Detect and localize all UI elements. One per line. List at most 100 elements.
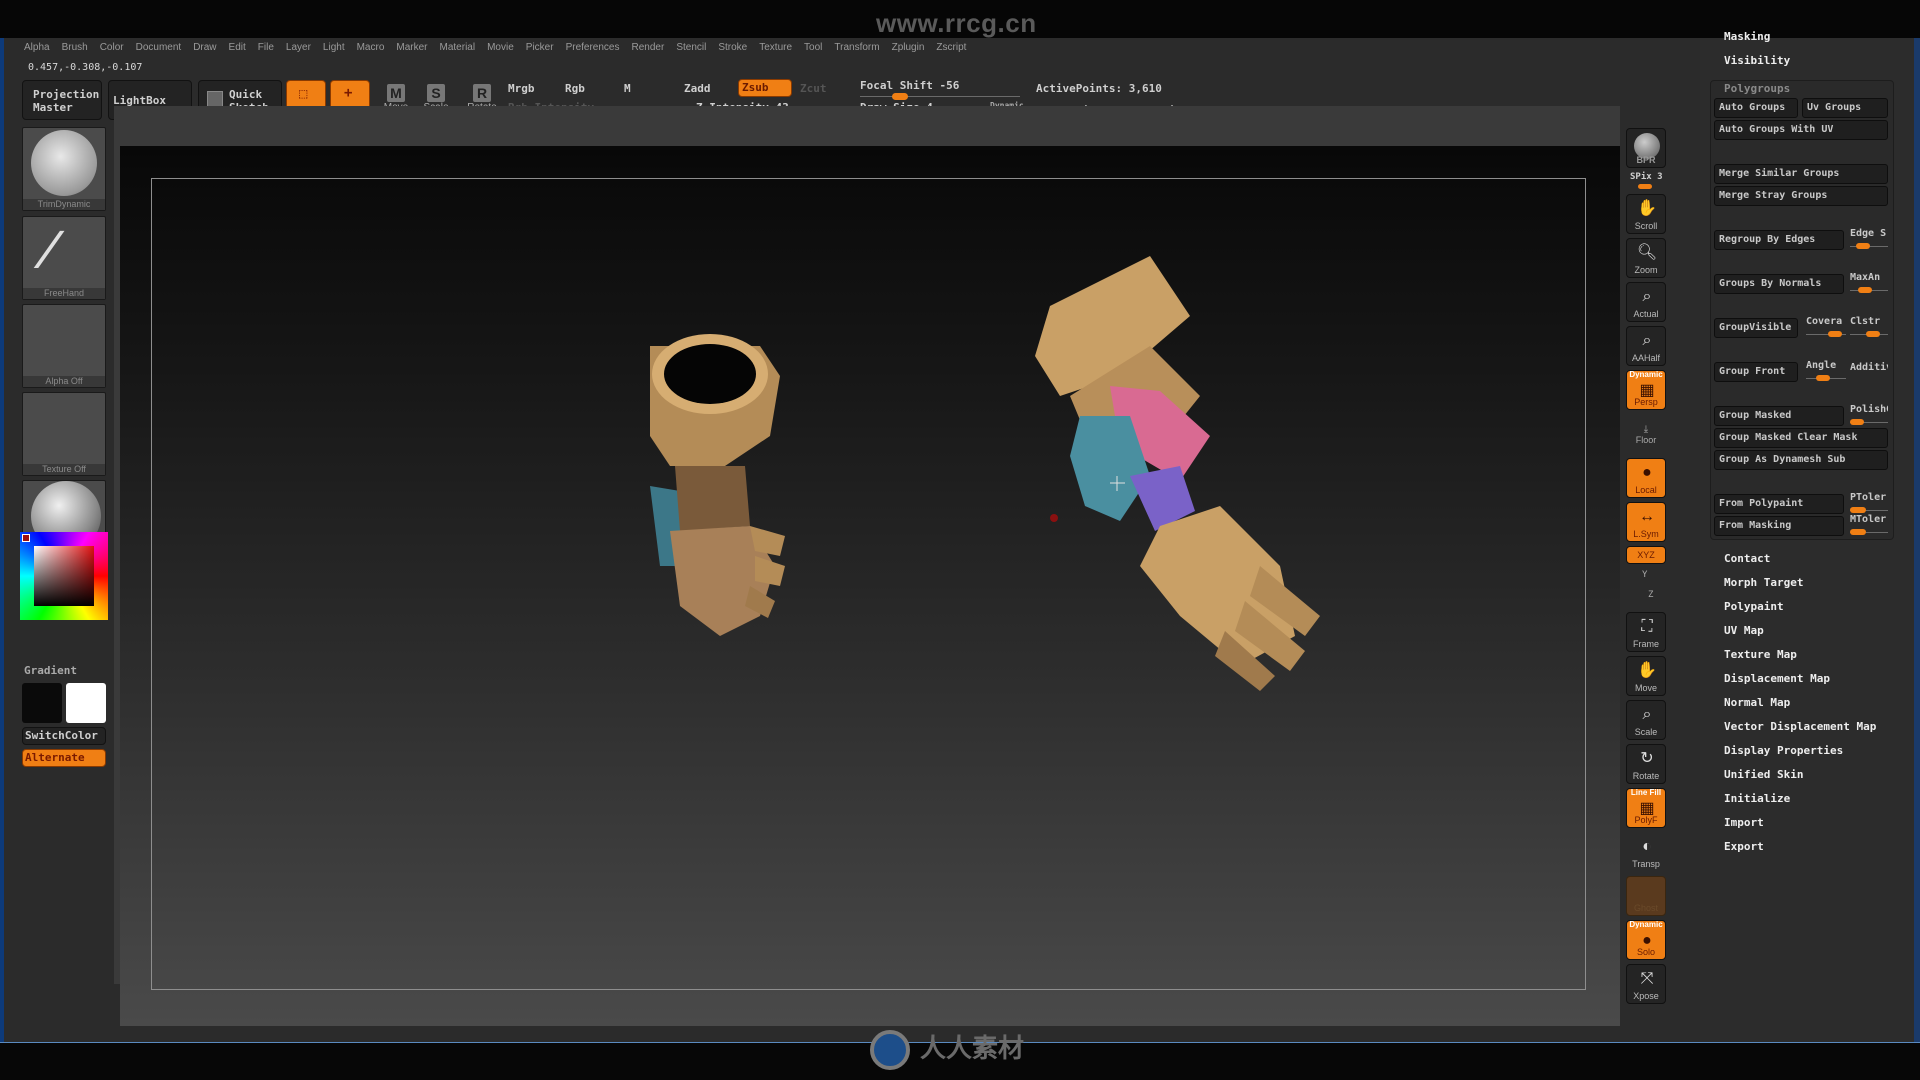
menu-transform[interactable]: Transform bbox=[834, 42, 879, 58]
group-masked-clear-mask-button[interactable]: Group Masked Clear Mask bbox=[1714, 428, 1888, 448]
menu-layer[interactable]: Layer bbox=[286, 42, 311, 58]
menu-zplugin[interactable]: Zplugin bbox=[892, 42, 925, 58]
auto-groups-with-uv-button[interactable]: Auto Groups With UV bbox=[1714, 120, 1888, 140]
max-angle-knob[interactable] bbox=[1858, 287, 1872, 293]
frame-button[interactable]: ⛶ Frame bbox=[1626, 612, 1666, 652]
subpalette-morph-target[interactable]: Morph Target bbox=[1724, 576, 1803, 589]
rotate-view-button[interactable]: ↻ Rotate bbox=[1626, 744, 1666, 784]
menu-document[interactable]: Document bbox=[136, 42, 182, 58]
subpalette-polypaint[interactable]: Polypaint bbox=[1724, 600, 1784, 613]
additive-toggle[interactable]: Additiv bbox=[1850, 362, 1888, 373]
regroup-by-edges-button[interactable]: Regroup By Edges bbox=[1714, 230, 1844, 250]
menu-macro[interactable]: Macro bbox=[357, 42, 385, 58]
angle-knob[interactable] bbox=[1816, 375, 1830, 381]
subpalette-export[interactable]: Export bbox=[1724, 840, 1764, 853]
mrgb-button[interactable]: Mrgb bbox=[508, 82, 535, 95]
coverage-knob[interactable] bbox=[1828, 331, 1842, 337]
scale-view-button[interactable]: ⌕ Scale bbox=[1626, 700, 1666, 740]
secondary-color-swatch[interactable] bbox=[22, 683, 62, 723]
main-color-box[interactable] bbox=[66, 683, 106, 723]
subpalette-unified-skin[interactable]: Unified Skin bbox=[1724, 768, 1803, 781]
color-picker[interactable] bbox=[20, 532, 108, 620]
menu-picker[interactable]: Picker bbox=[526, 42, 554, 58]
rotate-z-button[interactable]: Z bbox=[1648, 590, 1653, 600]
menu-brush[interactable]: Brush bbox=[62, 42, 88, 58]
subpalette-vector-displacement-map[interactable]: Vector Displacement Map bbox=[1724, 720, 1876, 733]
group-front-button[interactable]: Group Front bbox=[1714, 362, 1798, 382]
menu-movie[interactable]: Movie bbox=[487, 42, 514, 58]
menu-marker[interactable]: Marker bbox=[396, 42, 427, 58]
menu-alpha[interactable]: Alpha bbox=[24, 42, 50, 58]
menu-preferences[interactable]: Preferences bbox=[566, 42, 620, 58]
local-transform-button[interactable]: ● Local bbox=[1626, 458, 1666, 498]
stroke-thumbnail[interactable]: Ⳇ FreeHand bbox=[22, 216, 106, 300]
zadd-button[interactable]: Zadd bbox=[684, 82, 711, 95]
floor-button[interactable]: ⤓ Floor bbox=[1626, 424, 1666, 448]
focal-shift-knob[interactable] bbox=[892, 93, 908, 100]
focal-shift-slider[interactable] bbox=[860, 96, 1020, 97]
xpose-button[interactable]: ⤧ Xpose bbox=[1626, 964, 1666, 1004]
group-masked-button[interactable]: Group Masked bbox=[1714, 406, 1844, 426]
alternate-button[interactable]: Alternate bbox=[22, 749, 106, 767]
scroll-button[interactable]: ✋ Scroll bbox=[1626, 194, 1666, 234]
switch-color-button[interactable]: SwitchColor bbox=[22, 727, 106, 745]
group-visible-button[interactable]: GroupVisible bbox=[1714, 318, 1798, 338]
menu-file[interactable]: File bbox=[258, 42, 274, 58]
menu-edit[interactable]: Edit bbox=[229, 42, 246, 58]
menu-stencil[interactable]: Stencil bbox=[676, 42, 706, 58]
menu-tool[interactable]: Tool bbox=[804, 42, 822, 58]
polyframe-button[interactable]: Line Fill ▦ PolyF bbox=[1626, 788, 1666, 828]
cluster-knob[interactable] bbox=[1866, 331, 1880, 337]
texture-thumbnail[interactable]: Texture Off bbox=[22, 392, 106, 476]
uv-groups-button[interactable]: Uv Groups bbox=[1802, 98, 1888, 118]
projection-master-button[interactable]: Projection Master bbox=[22, 80, 102, 120]
masking-subpalette[interactable]: Masking bbox=[1724, 30, 1770, 43]
palette-scrollbar[interactable] bbox=[1914, 38, 1920, 1042]
edge-sensitivity-knob[interactable] bbox=[1856, 243, 1870, 249]
polygroups-title[interactable]: Polygroups bbox=[1724, 82, 1790, 95]
menu-stroke[interactable]: Stroke bbox=[718, 42, 747, 58]
ghost-button[interactable]: Ghost bbox=[1626, 876, 1666, 916]
gradient-label[interactable]: Gradient bbox=[24, 664, 77, 677]
zsub-button[interactable]: Zsub bbox=[738, 79, 792, 97]
menu-render[interactable]: Render bbox=[632, 42, 665, 58]
menu-color[interactable]: Color bbox=[100, 42, 124, 58]
rgb-button[interactable]: Rgb bbox=[565, 82, 585, 95]
subpalette-uv-map[interactable]: UV Map bbox=[1724, 624, 1764, 637]
rotate-xyz-button[interactable]: XYZ bbox=[1626, 546, 1666, 564]
subpalette-displacement-map[interactable]: Displacement Map bbox=[1724, 672, 1830, 685]
solo-button[interactable]: Dynamic ● Solo bbox=[1626, 920, 1666, 960]
subpalette-contact[interactable]: Contact bbox=[1724, 552, 1770, 565]
m-button[interactable]: M bbox=[624, 82, 631, 95]
menu-texture[interactable]: Texture bbox=[759, 42, 792, 58]
mask-tolerance-knob[interactable] bbox=[1850, 529, 1866, 535]
subpalette-texture-map[interactable]: Texture Map bbox=[1724, 648, 1797, 661]
visibility-subpalette[interactable]: Visibility bbox=[1724, 54, 1790, 67]
subpalette-display-properties[interactable]: Display Properties bbox=[1724, 744, 1843, 757]
zcut-button[interactable]: Zcut bbox=[800, 82, 827, 95]
alpha-thumbnail[interactable]: Alpha Off bbox=[22, 304, 106, 388]
polypaint-tolerance-knob[interactable] bbox=[1850, 507, 1866, 513]
groups-by-normals-button[interactable]: Groups By Normals bbox=[1714, 274, 1844, 294]
from-polypaint-button[interactable]: From Polypaint bbox=[1714, 494, 1844, 514]
merge-similar-groups-button[interactable]: Merge Similar Groups bbox=[1714, 164, 1888, 184]
move-view-button[interactable]: ✋ Move bbox=[1626, 656, 1666, 696]
brush-thumbnail[interactable]: TrimDynamic bbox=[22, 127, 106, 211]
menu-material[interactable]: Material bbox=[440, 42, 476, 58]
spix-slider[interactable] bbox=[1638, 184, 1652, 189]
subpalette-normal-map[interactable]: Normal Map bbox=[1724, 696, 1790, 709]
subpalette-initialize[interactable]: Initialize bbox=[1724, 792, 1790, 805]
saturation-value-square[interactable] bbox=[34, 546, 94, 606]
actual-size-button[interactable]: ⌕ Actual bbox=[1626, 282, 1666, 322]
local-symmetry-button[interactable]: ↔ L.Sym bbox=[1626, 502, 1666, 542]
model-canvas[interactable] bbox=[120, 146, 1620, 1026]
transparency-button[interactable]: ◐ Transp bbox=[1626, 832, 1666, 872]
menu-draw[interactable]: Draw bbox=[193, 42, 216, 58]
polish-groups-knob[interactable] bbox=[1850, 419, 1864, 425]
subpalette-import[interactable]: Import bbox=[1724, 816, 1764, 829]
group-as-dynamesh-sub-button[interactable]: Group As Dynamesh Sub bbox=[1714, 450, 1888, 470]
auto-groups-button[interactable]: Auto Groups bbox=[1714, 98, 1798, 118]
merge-stray-groups-button[interactable]: Merge Stray Groups bbox=[1714, 186, 1888, 206]
from-masking-button[interactable]: From Masking bbox=[1714, 516, 1844, 536]
rotate-y-button[interactable]: Y bbox=[1642, 570, 1647, 580]
